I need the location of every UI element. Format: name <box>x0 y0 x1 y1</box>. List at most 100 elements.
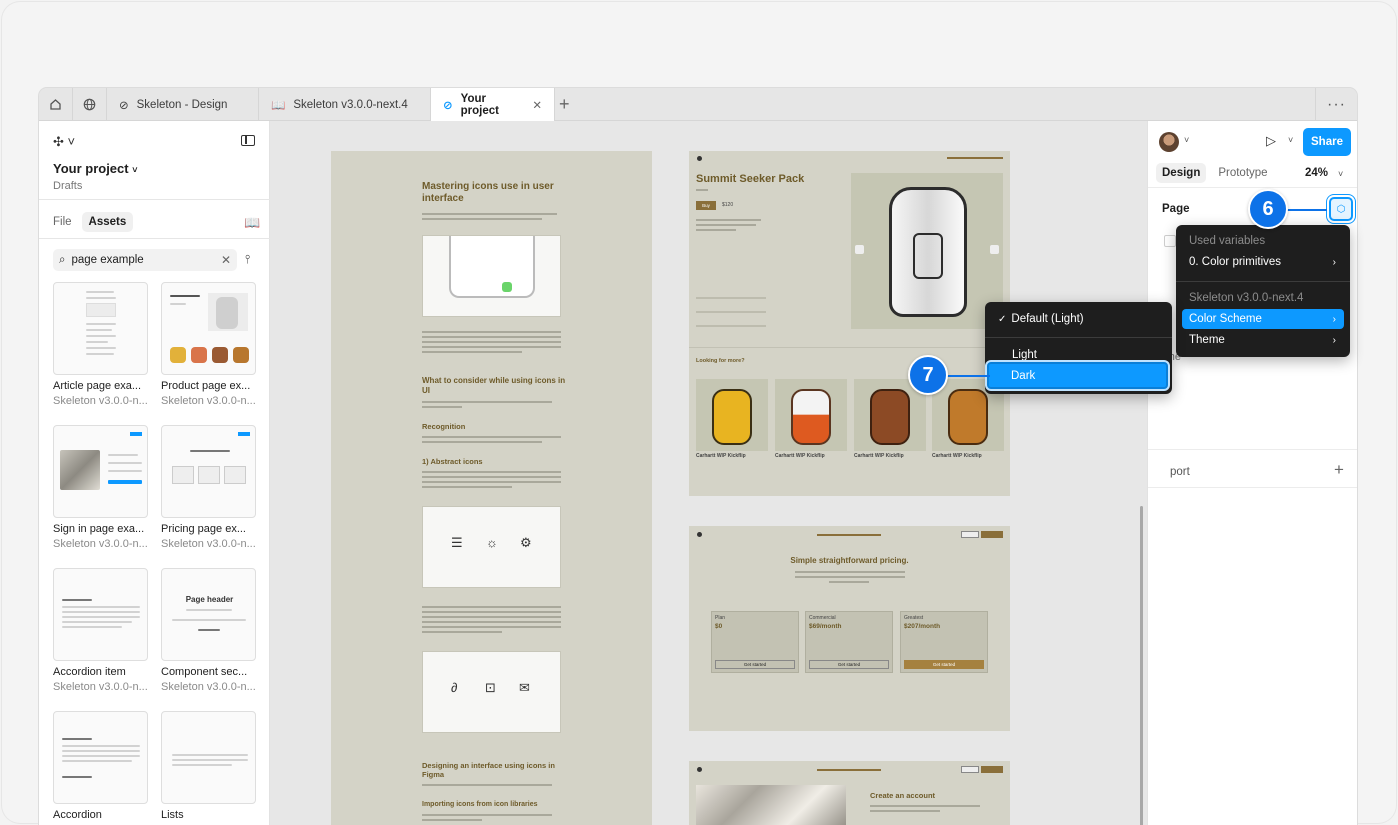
asset-item[interactable]: Lists <box>161 711 256 821</box>
design-canvas[interactable]: Mastering icons use in user interface Wh… <box>270 121 1147 825</box>
asset-library: Skeleton v3.0.0-n... <box>161 395 256 407</box>
divider <box>1148 449 1357 450</box>
product-thumb-orange <box>775 379 847 451</box>
asset-item[interactable]: Product page ex... Skeleton v3.0.0-n... <box>161 282 256 407</box>
more-options-button[interactable]: ··· <box>1315 88 1357 121</box>
library-book-icon[interactable]: 📖 <box>244 215 260 231</box>
filter-icon[interactable]: ⫯ <box>245 252 250 267</box>
mail-icon: ✉ <box>519 680 530 695</box>
share-button[interactable]: Share <box>1303 128 1351 156</box>
chevron-right-icon: › <box>1332 256 1336 268</box>
product-name: Carhartt WIP Kickflip <box>775 453 825 459</box>
asset-thumbnail <box>53 568 148 661</box>
backpack-image <box>851 173 1003 329</box>
plan-card: Plan $0 Get started <box>711 611 799 673</box>
asset-name: Component sec... <box>161 666 248 678</box>
asset-item[interactable]: Sign in page exa... Skeleton v3.0.0-n... <box>53 425 148 550</box>
pricing-title: Simple straightforward pricing. <box>790 556 909 565</box>
plan-card: Greatest $207/month Get started <box>900 611 988 673</box>
asset-library: Skeleton v3.0.0-n... <box>161 538 256 550</box>
asset-name: Article page exa... <box>53 380 142 392</box>
user-avatar[interactable] <box>1159 132 1179 152</box>
figma-logo-icon[interactable]: ✣ ˅ <box>53 134 75 150</box>
toggle-sidebar-icon[interactable] <box>241 135 255 146</box>
product-name: Carhartt WIP Kickflip <box>696 453 746 459</box>
chevron-down-icon[interactable]: ˅ <box>1288 135 1293 145</box>
apply-variable-mode-button[interactable]: ⬡ <box>1329 197 1353 221</box>
new-tab-button[interactable]: + <box>559 88 570 121</box>
page-section-label: Page <box>1162 203 1190 215</box>
asset-library: Skeleton v3.0.0-n... <box>161 681 256 693</box>
tab-file[interactable]: File <box>53 216 72 228</box>
tab-skeleton-library[interactable]: 📖 Skeleton v3.0.0-next.4 <box>259 88 431 121</box>
step-6-callout: 6 <box>1248 189 1288 229</box>
add-export-button[interactable]: + <box>1334 460 1344 480</box>
asset-library: Skeleton v3.0.0-n... <box>53 395 148 407</box>
divider <box>39 238 270 239</box>
menu-item-default-light[interactable]: ✓ Default (Light) <box>991 309 1166 329</box>
callout-connector <box>1285 209 1327 211</box>
more-products-heading: Looking for more? <box>696 358 745 364</box>
signin-page-frame[interactable]: Create an account <box>689 761 1010 825</box>
chevron-down-icon[interactable]: ˅ <box>1338 169 1343 179</box>
asset-library: Skeleton v3.0.0-n... <box>53 538 148 550</box>
tab-skeleton-design[interactable]: ⊘ Skeleton - Design <box>107 88 259 121</box>
tab-prototype[interactable]: Prototype <box>1214 163 1271 183</box>
product-page-frame[interactable]: Summit Seeker Pack Buy $120 Looking for … <box>689 151 1010 496</box>
close-tab-icon[interactable]: ✕ <box>532 98 542 112</box>
zoom-level[interactable]: 24% <box>1305 167 1328 179</box>
sun-icon: ☼ <box>486 535 498 550</box>
article-heading: What to consider while using icons in UI <box>422 376 566 395</box>
asset-item[interactable]: Accordion item Skeleton v3.0.0-n... <box>53 568 148 693</box>
menu-item-dark[interactable]: Dark <box>987 362 1168 389</box>
menu-item-theme[interactable]: Theme › <box>1182 330 1344 350</box>
pricing-page-frame[interactable]: Simple straightforward pricing. Plan $0 … <box>689 526 1010 731</box>
menu-divider <box>1176 281 1350 282</box>
home-icon[interactable] <box>39 88 73 121</box>
tab-your-project[interactable]: ⊘ Your project ✕ <box>431 88 555 121</box>
asset-thumbnail <box>53 425 148 518</box>
globe-icon[interactable] <box>73 88 107 121</box>
product-title: Summit Seeker Pack <box>696 173 805 185</box>
menu-icon: ☰ <box>451 535 463 550</box>
chevron-down-icon[interactable]: ˅ <box>1184 135 1189 145</box>
page-option-checkbox[interactable] <box>1164 235 1176 247</box>
asset-name: Accordion <box>53 809 102 821</box>
lock-icon: ⊡ <box>485 680 496 695</box>
figma-window: ⊘ Skeleton - Design 📖 Skeleton v3.0.0-ne… <box>39 88 1357 825</box>
tab-design[interactable]: Design <box>1156 163 1207 183</box>
article-heading: 1) Abstract icons <box>422 457 483 466</box>
article-page-frame[interactable]: Mastering icons use in user interface Wh… <box>331 151 652 825</box>
asset-name: Pricing page ex... <box>161 523 246 535</box>
settings-icon: ⚙ <box>520 535 532 550</box>
icons-card: ☰ ☼ ⚙ <box>422 506 561 588</box>
menu-item-color-primitives[interactable]: 0. Color primitives › <box>1182 252 1344 272</box>
right-panel-tabs: Design Prototype <box>1156 163 1272 183</box>
canvas-scrollbar[interactable] <box>1140 506 1143 825</box>
left-panel-tabs: File Assets <box>53 212 134 232</box>
icons-card: ∂ ⊡ ✉ <box>422 651 561 733</box>
project-name[interactable]: Your project ˅ <box>53 161 138 176</box>
clear-search-icon[interactable]: ✕ <box>221 253 231 267</box>
asset-item[interactable]: Article page exa... Skeleton v3.0.0-n... <box>53 282 148 407</box>
design-file-icon: ⊘ <box>119 99 129 112</box>
asset-item[interactable]: Page header Component sec... Skeleton v3… <box>161 568 256 693</box>
asset-thumbnail <box>161 711 256 804</box>
search-value: page example <box>71 254 144 266</box>
search-icon: ⌕ <box>59 253 66 266</box>
article-heading: Importing icons from icon libraries <box>422 801 538 808</box>
asset-item[interactable]: Accordion <box>53 711 148 821</box>
chevron-right-icon: › <box>1332 334 1336 346</box>
menu-divider <box>985 337 1172 338</box>
asset-search-input[interactable]: ⌕ page example ✕ <box>53 249 237 271</box>
asset-name: Sign in page exa... <box>53 523 145 535</box>
variables-menu: Used variables 0. Color primitives › Skel… <box>1176 225 1350 357</box>
tab-assets[interactable]: Assets <box>81 212 134 232</box>
present-play-icon[interactable]: ▷ <box>1266 133 1276 149</box>
divider <box>1148 187 1357 188</box>
tab-label: Your project <box>460 92 499 117</box>
export-label: port <box>1170 466 1190 478</box>
menu-item-color-scheme[interactable]: Color Scheme › <box>1182 309 1344 329</box>
asset-thumbnail <box>161 425 256 518</box>
asset-item[interactable]: Pricing page ex... Skeleton v3.0.0-n... <box>161 425 256 550</box>
